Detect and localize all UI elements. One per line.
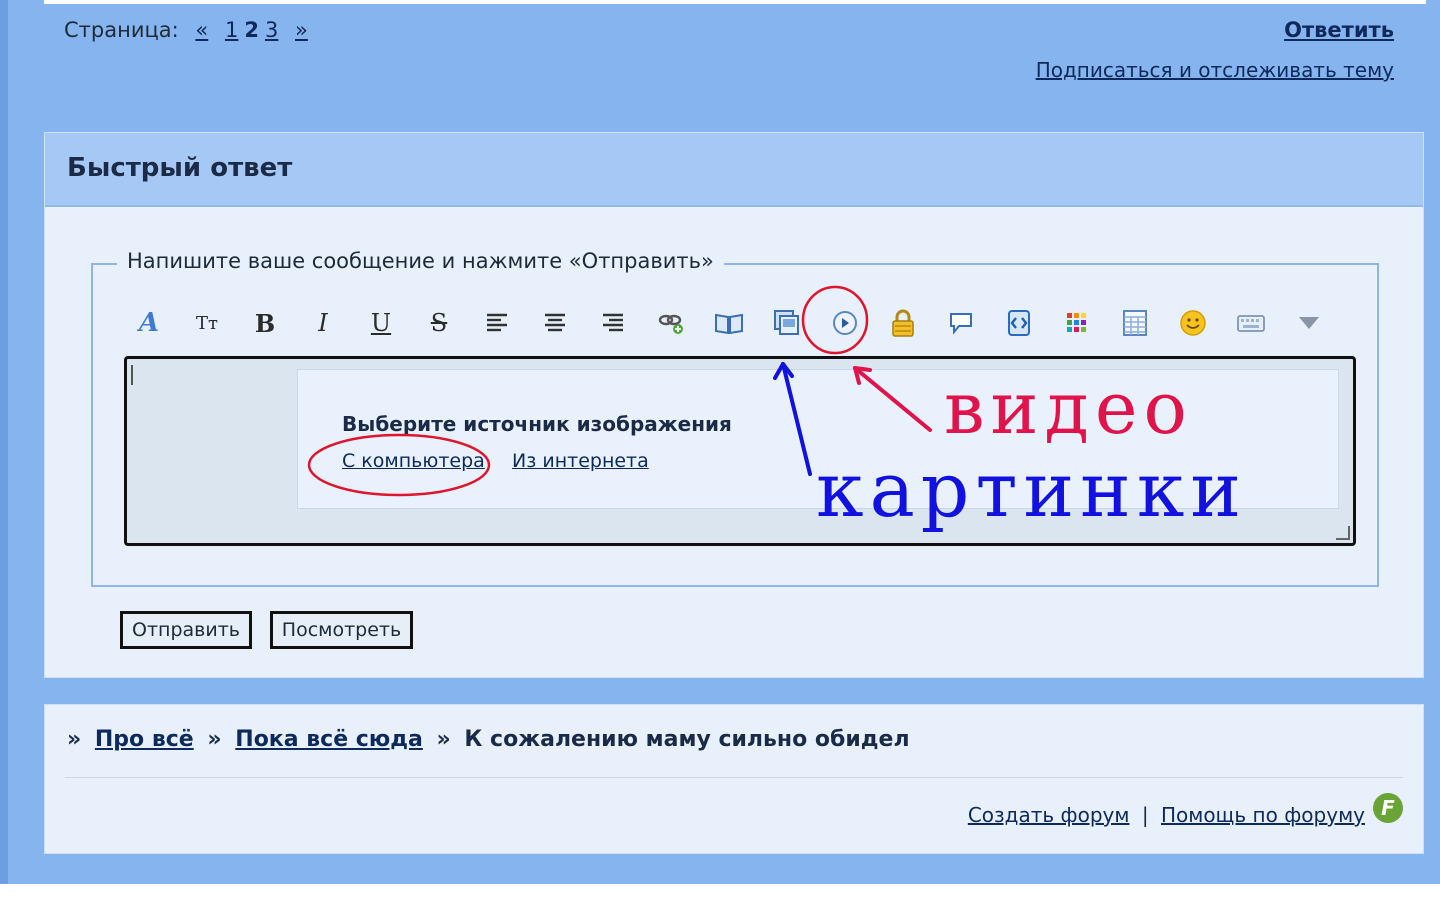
speech-bubble-icon[interactable] [943, 305, 979, 341]
link-icon[interactable] [653, 305, 689, 341]
table-icon[interactable] [1117, 305, 1153, 341]
top-panel-edge [44, 0, 1426, 4]
align-left-icon[interactable] [479, 305, 515, 341]
footer-divider: | [1141, 803, 1149, 827]
annotation-pictures-label: картинки [816, 445, 1247, 534]
footer-links: Создать форум | Помощь по форуму [968, 803, 1365, 827]
image-insert-icon[interactable] [769, 305, 805, 341]
quick-reply-header: Быстрый ответ [45, 133, 1423, 207]
from-internet-link[interactable]: Из интернета [512, 450, 649, 472]
align-right-icon[interactable] [595, 305, 631, 341]
breadcrumb-separator: » [207, 727, 222, 752]
forum-logo-icon[interactable]: F [1373, 793, 1403, 823]
pagination-label: Страница: [64, 18, 179, 42]
submit-button[interactable]: Отправить [120, 611, 252, 649]
reply-link[interactable]: Ответить [1284, 18, 1394, 42]
quick-reply-panel: Быстрый ответ Напишите ваше сообщение и … [44, 132, 1424, 678]
breadcrumb-current: К сожалению маму сильно обидел [464, 727, 910, 752]
annotation-video-label: видео [944, 366, 1193, 450]
video-play-icon[interactable] [827, 305, 863, 341]
breadcrumb-item-about-all[interactable]: Про всё [95, 727, 194, 752]
keyboard-icon[interactable] [1233, 305, 1269, 341]
forum-help-link[interactable]: Помощь по форуму [1161, 803, 1365, 827]
pagination-page-3[interactable]: 3 [265, 18, 278, 42]
bold-icon[interactable]: B [247, 305, 283, 341]
pagination-page-1[interactable]: 1 [225, 18, 238, 42]
breadcrumb-separator: » [436, 727, 451, 752]
breadcrumb-panel: » Про всё » Пока всё сюда » К сожалению … [44, 704, 1424, 854]
breadcrumb-item-for-now[interactable]: Пока всё сюда [235, 727, 423, 752]
quote-book-icon[interactable] [711, 305, 747, 341]
text-cursor [131, 365, 133, 385]
more-dropdown-icon[interactable] [1291, 305, 1327, 341]
font-face-icon[interactable]: A [131, 305, 167, 341]
pagination: Страница: « 123 » [64, 18, 308, 42]
lock-icon[interactable] [885, 305, 921, 341]
align-center-icon[interactable] [537, 305, 573, 341]
forum-background: Страница: « 123 » Ответить Подписаться и… [0, 0, 1440, 884]
code-script-icon[interactable] [1001, 305, 1037, 341]
italic-icon[interactable]: I [305, 305, 341, 341]
from-computer-link[interactable]: С компьютера [342, 450, 485, 472]
color-palette-icon[interactable] [1059, 305, 1095, 341]
preview-button[interactable]: Посмотреть [270, 611, 413, 649]
divider [65, 777, 1403, 778]
font-size-icon[interactable]: Tт [189, 305, 225, 341]
image-source-title: Выберите источник изображения [342, 412, 732, 436]
resize-handle[interactable] [1336, 526, 1350, 540]
pagination-page-2: 2 [244, 18, 259, 42]
subscribe-link[interactable]: Подписаться и отслеживать тему [1036, 58, 1394, 82]
smiley-icon[interactable] [1175, 305, 1211, 341]
underline-icon[interactable]: U [363, 305, 399, 341]
breadcrumb-separator: » [67, 727, 82, 752]
breadcrumb: » Про всё » Пока всё сюда » К сожалению … [67, 727, 916, 752]
pagination-next[interactable]: » [295, 18, 308, 42]
quick-reply-title: Быстрый ответ [67, 153, 293, 183]
message-legend: Напишите ваше сообщение и нажмите «Отпра… [117, 249, 724, 273]
create-forum-link[interactable]: Создать форум [968, 803, 1130, 827]
strikethrough-icon[interactable]: S [421, 305, 457, 341]
pagination-prev[interactable]: « [195, 18, 208, 42]
